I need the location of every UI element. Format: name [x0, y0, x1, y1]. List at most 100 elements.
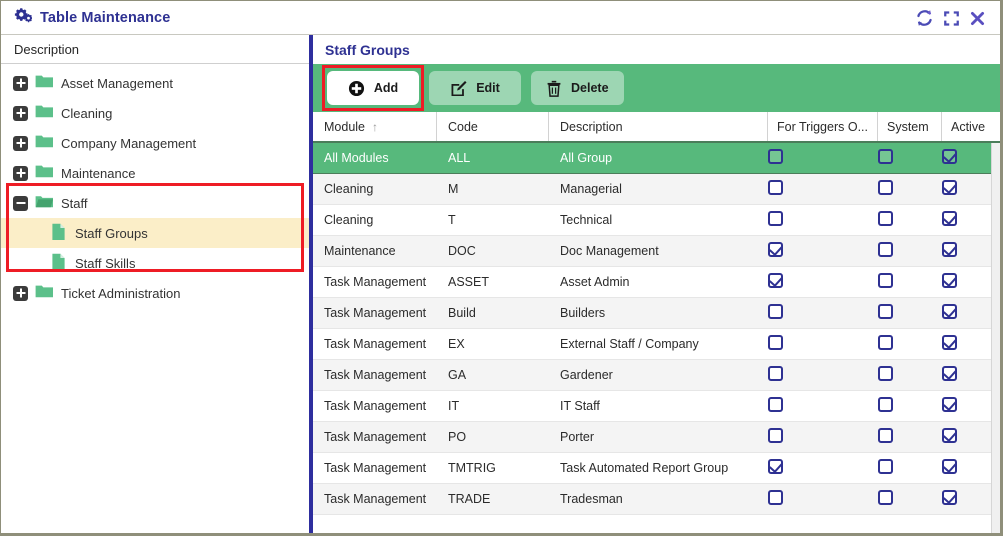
window-body: Description Asset Management Cleaning Comp… [1, 35, 1000, 533]
table-row[interactable]: Task Management EX External Staff / Compan… [313, 329, 1000, 360]
active-checkbox[interactable] [942, 428, 957, 443]
tree-item-company-management[interactable]: Company Management [1, 128, 309, 158]
triggers-checkbox[interactable] [768, 490, 783, 505]
add-button[interactable]: Add [327, 71, 419, 105]
table-row[interactable]: Task Management TMTRIG Task Automated Repo… [313, 453, 1000, 484]
active-checkbox[interactable] [942, 335, 957, 350]
table-row[interactable]: Cleaning M Managerial [313, 174, 1000, 205]
active-checkbox[interactable] [942, 304, 957, 319]
grid-header-system[interactable]: System [878, 112, 942, 141]
triggers-checkbox[interactable] [768, 273, 783, 288]
active-checkbox[interactable] [942, 273, 957, 288]
active-checkbox[interactable] [942, 242, 957, 257]
grid-header-for-triggers-o-[interactable]: For Triggers O... [768, 112, 878, 141]
cell-code: Build [448, 306, 476, 320]
expand-icon[interactable] [13, 285, 28, 301]
expand-icon[interactable] [13, 75, 28, 91]
triggers-checkbox[interactable] [768, 459, 783, 474]
active-checkbox[interactable] [942, 366, 957, 381]
triggers-checkbox[interactable] [768, 149, 783, 164]
tree-item-staff-groups[interactable]: Staff Groups [1, 218, 309, 248]
active-checkbox[interactable] [942, 180, 957, 195]
triggers-checkbox[interactable] [768, 211, 783, 226]
tree-item-maintenance[interactable]: Maintenance [1, 158, 309, 188]
cell-code: DOC [448, 244, 476, 258]
system-checkbox[interactable] [878, 273, 893, 288]
system-checkbox[interactable] [878, 335, 893, 350]
cell-module: Maintenance [324, 244, 396, 258]
active-checkbox[interactable] [942, 397, 957, 412]
sort-ascending-icon: ↑ [372, 119, 378, 134]
tree-item-staff[interactable]: Staff [1, 188, 309, 218]
active-checkbox[interactable] [942, 149, 957, 164]
cell-triggers [768, 366, 878, 384]
system-checkbox[interactable] [878, 459, 893, 474]
system-checkbox[interactable] [878, 490, 893, 505]
triggers-checkbox[interactable] [768, 335, 783, 350]
refresh-icon[interactable] [915, 9, 934, 27]
cell-system [878, 180, 942, 198]
cell-description: External Staff / Company [560, 337, 699, 351]
table-row[interactable]: Maintenance DOC Doc Management [313, 236, 1000, 267]
triggers-checkbox[interactable] [768, 242, 783, 257]
tree-item-asset-management[interactable]: Asset Management [1, 68, 309, 98]
triggers-checkbox[interactable] [768, 304, 783, 319]
toolbar-button-label: Delete [571, 81, 609, 95]
triggers-checkbox[interactable] [768, 366, 783, 381]
active-checkbox[interactable] [942, 211, 957, 226]
table-row[interactable]: Task Management GA Gardener [313, 360, 1000, 391]
system-checkbox[interactable] [878, 304, 893, 319]
table-row[interactable]: Task Management PO Porter [313, 422, 1000, 453]
tree-item-ticket-administration[interactable]: Ticket Administration [1, 278, 309, 308]
maximize-icon[interactable] [943, 10, 960, 27]
grid-header-description[interactable]: Description [549, 112, 768, 141]
table-row[interactable]: All Modules ALL All Group [313, 143, 1000, 174]
vertical-scrollbar[interactable] [991, 143, 1000, 533]
active-checkbox[interactable] [942, 490, 957, 505]
system-checkbox[interactable] [878, 242, 893, 257]
plus-circle-icon [348, 80, 365, 97]
tree-item-cleaning[interactable]: Cleaning [1, 98, 309, 128]
data-grid: Module ↑ Code Description For Triggers O... S… [313, 112, 1000, 533]
edit-button[interactable]: Edit [429, 71, 521, 105]
expand-icon[interactable] [13, 165, 28, 181]
tree-item-label: Asset Management [61, 75, 174, 91]
toolbar-button-wrapper-edit: Edit [429, 71, 521, 105]
document-icon [51, 253, 66, 274]
grid-header-active[interactable]: Active [942, 112, 1000, 141]
grid-header-label: Active [951, 119, 986, 134]
table-row[interactable]: Task Management TRADE Tradesman [313, 484, 1000, 515]
table-row[interactable]: Task Management IT IT Staff [313, 391, 1000, 422]
cell-triggers [768, 335, 878, 353]
grid-header-code[interactable]: Code [437, 112, 549, 141]
system-checkbox[interactable] [878, 149, 893, 164]
system-checkbox[interactable] [878, 180, 893, 195]
tree-item-label: Staff [61, 195, 88, 211]
cell-triggers [768, 149, 878, 167]
grid-header-module[interactable]: Module ↑ [313, 112, 437, 141]
collapse-icon[interactable] [13, 195, 28, 211]
triggers-checkbox[interactable] [768, 180, 783, 195]
active-checkbox[interactable] [942, 459, 957, 474]
system-checkbox[interactable] [878, 366, 893, 381]
expand-icon[interactable] [13, 135, 28, 151]
table-row[interactable]: Task Management ASSET Asset Admin [313, 267, 1000, 298]
expand-icon[interactable] [13, 105, 28, 121]
tree-item-label: Company Management [61, 135, 197, 151]
table-row[interactable]: Task Management Build Builders [313, 298, 1000, 329]
table-row[interactable]: Cleaning T Technical [313, 205, 1000, 236]
cell-triggers [768, 180, 878, 198]
triggers-checkbox[interactable] [768, 397, 783, 412]
close-icon[interactable] [969, 10, 986, 27]
cell-system [878, 459, 942, 477]
triggers-checkbox[interactable] [768, 428, 783, 443]
tree-item-label: Cleaning [61, 105, 113, 121]
delete-button[interactable]: Delete [531, 71, 624, 105]
sidebar-header: Description [1, 35, 309, 64]
system-checkbox[interactable] [878, 397, 893, 412]
system-checkbox[interactable] [878, 211, 893, 226]
system-checkbox[interactable] [878, 428, 893, 443]
tree-item-staff-skills[interactable]: Staff Skills [1, 248, 309, 278]
cell-code: IT [448, 399, 460, 413]
cell-triggers [768, 242, 878, 260]
